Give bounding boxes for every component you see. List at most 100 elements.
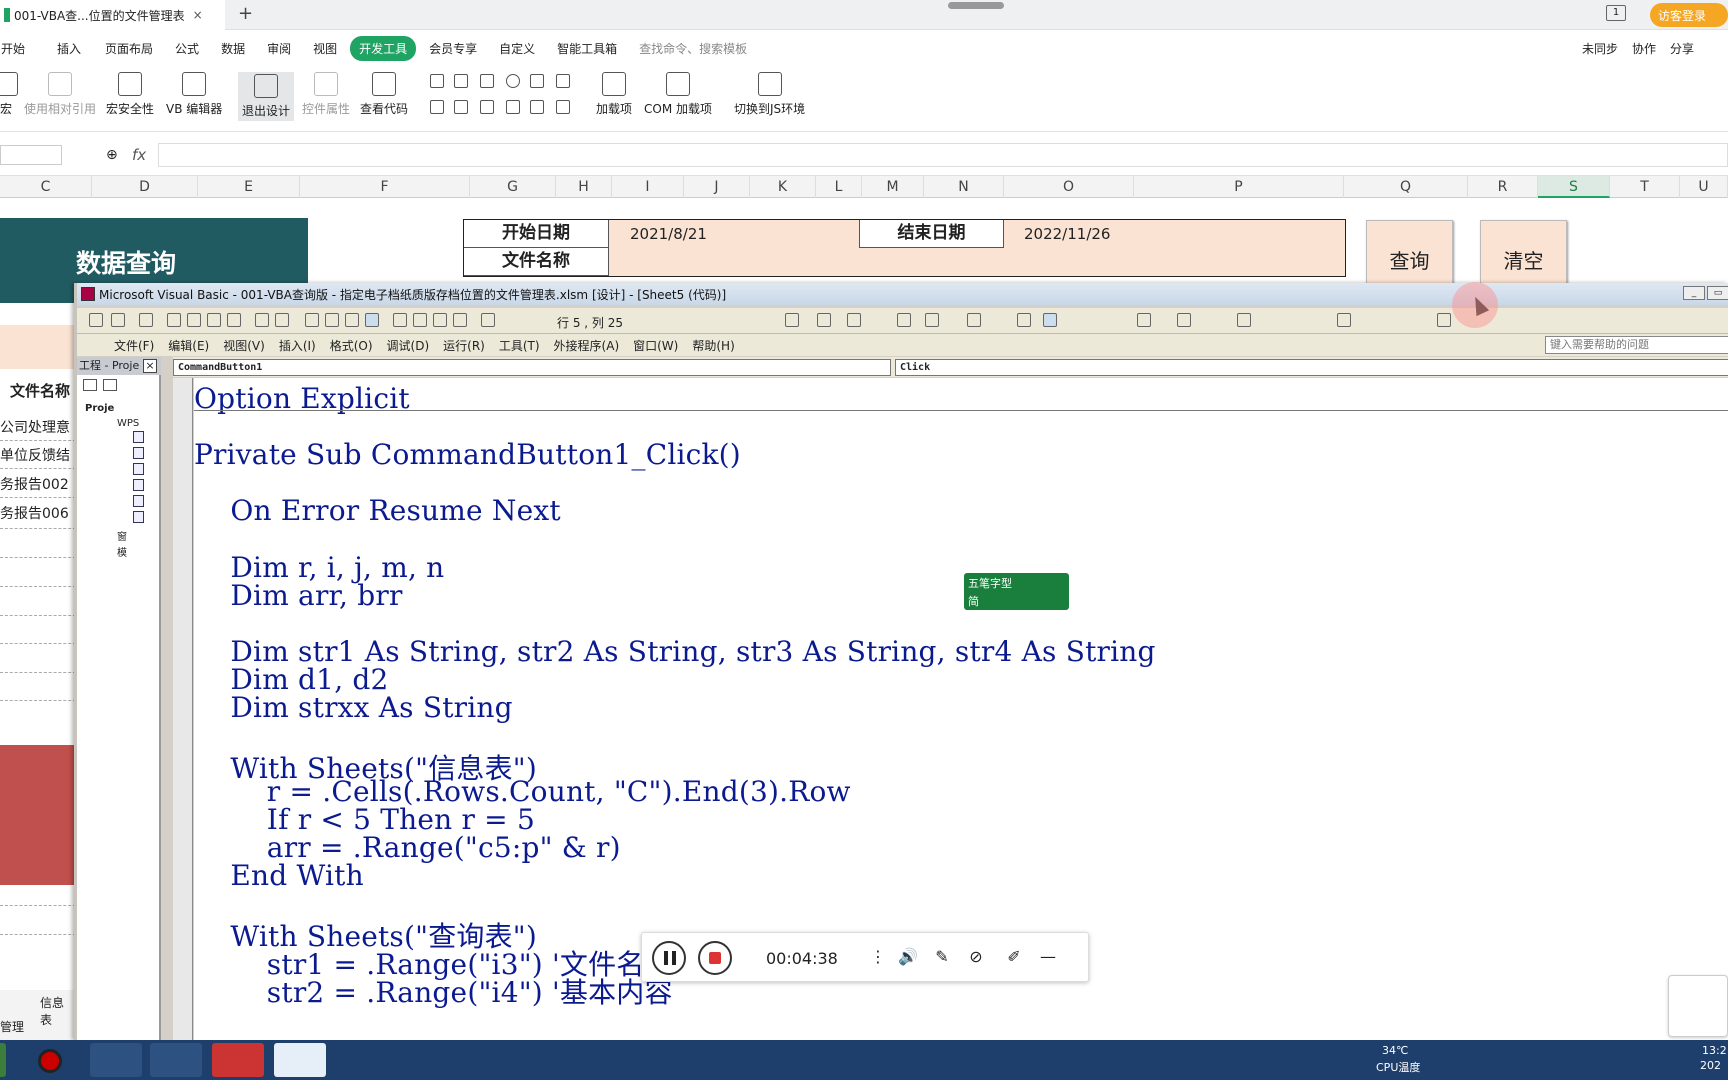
vba-menu-run[interactable]: 运行(R) [436, 337, 492, 354]
spin-control-icon[interactable] [454, 100, 468, 114]
left-row-1[interactable]: 公司处理意 [0, 417, 70, 437]
macro-security-button[interactable]: 宏安全性 [106, 72, 154, 117]
column-o[interactable]: O [1004, 176, 1134, 198]
design-mode-icon[interactable] [365, 313, 379, 327]
file-explorer-icon[interactable] [150, 1043, 202, 1077]
start-date-value[interactable]: 2021/8/21 [630, 225, 707, 243]
speaker-icon[interactable]: 🔊 [898, 947, 918, 967]
switch-js-button[interactable]: 切换到JS环境 [734, 72, 805, 117]
view-code-icon[interactable] [83, 379, 97, 391]
properties-window-icon[interactable] [413, 313, 427, 327]
menu-page-layout[interactable]: 页面布局 [96, 36, 162, 61]
label-control-icon[interactable] [454, 74, 468, 88]
column-t[interactable]: T [1610, 176, 1680, 198]
vba-menu-file[interactable]: 文件(F) [107, 337, 161, 354]
formula-input[interactable] [158, 143, 1728, 167]
stop-button[interactable] [698, 941, 732, 975]
project-node[interactable]: Proje [85, 403, 114, 414]
toolbox-icon[interactable] [453, 313, 467, 327]
left-row-3[interactable]: 务报告002 [0, 474, 69, 494]
start-app-icon[interactable] [0, 1043, 6, 1077]
column-p[interactable]: P [1134, 176, 1344, 198]
image-control-icon[interactable] [530, 100, 544, 114]
listbox-control-icon[interactable] [530, 74, 544, 88]
reset-icon[interactable] [345, 313, 359, 327]
vba-menu-edit[interactable]: 编辑(E) [161, 337, 216, 354]
sheet-module-icon[interactable] [133, 431, 144, 443]
sheet-tab-info[interactable]: 信息表 [40, 994, 74, 1028]
vba-menu-view[interactable]: 视图(V) [216, 337, 272, 354]
sheet-tab-manage[interactable]: 管理 [0, 1018, 24, 1035]
minimize-button[interactable]: _ [1683, 286, 1705, 300]
hand-icon[interactable] [1177, 313, 1191, 327]
camera-app-icon[interactable] [90, 1043, 142, 1077]
ime-simplified[interactable]: 简 [968, 593, 1065, 609]
column-l[interactable]: L [816, 176, 862, 198]
radio-control-icon[interactable] [506, 74, 520, 88]
vba-menu-format[interactable]: 格式(O) [323, 337, 380, 354]
view-object-icon[interactable] [103, 379, 117, 391]
vba-menu-debug[interactable]: 调试(D) [380, 337, 437, 354]
modules-folder-node[interactable]: 模 [117, 544, 127, 559]
column-i[interactable]: I [612, 176, 684, 198]
form-icon[interactable] [1237, 313, 1251, 327]
menu-review[interactable]: 审阅 [258, 36, 300, 61]
checkbox-control-icon[interactable] [430, 74, 444, 88]
sheet-module-icon[interactable] [133, 447, 144, 459]
object-combo[interactable]: CommandButton1 [173, 359, 891, 376]
tab-close-icon[interactable]: × [193, 8, 203, 22]
share-button[interactable]: 分享 [1670, 40, 1694, 57]
combobox-control-icon[interactable] [556, 74, 570, 88]
sheet-module-icon[interactable] [133, 463, 144, 475]
left-row-2[interactable]: 单位反馈结 [0, 445, 70, 465]
drag-handle[interactable] [948, 2, 1004, 9]
pen-icon[interactable]: ✐ [1004, 947, 1024, 967]
visitor-login-button[interactable]: 访客登录 [1650, 3, 1728, 27]
side-notification-card[interactable] [1668, 975, 1728, 1037]
zoom-icon[interactable]: ⊕ [106, 147, 118, 163]
column-h[interactable]: H [556, 176, 612, 198]
menu-member[interactable]: 会员专享 [420, 36, 486, 61]
clock-time[interactable]: 13:2 [1702, 1044, 1727, 1057]
addins-button[interactable]: 加载项 [596, 72, 632, 117]
collaborate-button[interactable]: 协作 [1632, 40, 1656, 57]
vba-menu-help[interactable]: 帮助(H) [685, 337, 741, 354]
list-constants-icon[interactable] [847, 313, 861, 327]
close-icon[interactable]: × [143, 359, 157, 373]
control-properties-button[interactable]: 控件属性 [302, 72, 350, 117]
paste-icon[interactable] [207, 313, 221, 327]
column-f[interactable]: F [300, 176, 470, 198]
exit-design-button[interactable]: 退出设计 [238, 72, 295, 121]
wps-node[interactable]: WPS [117, 418, 139, 429]
column-u[interactable]: U [1680, 176, 1728, 198]
save-icon[interactable] [139, 313, 153, 327]
break-icon[interactable] [325, 313, 339, 327]
insert-module-icon[interactable] [111, 313, 125, 327]
tab-count-icon[interactable]: 1 [1606, 5, 1626, 21]
run-2-icon[interactable] [1137, 313, 1151, 327]
indent-icon[interactable] [897, 313, 911, 327]
menu-custom[interactable]: 自定义 [490, 36, 544, 61]
run-icon[interactable] [305, 313, 319, 327]
redo-icon[interactable] [275, 313, 289, 327]
recorder-taskbar-icon[interactable] [30, 1043, 70, 1077]
vba-menu-addins[interactable]: 外接程序(A) [547, 337, 627, 354]
pause-button[interactable] [652, 941, 686, 975]
button-control-icon[interactable] [430, 100, 444, 114]
column-q[interactable]: Q [1344, 176, 1468, 198]
command-search[interactable]: 查找命令、搜索模板 [630, 36, 756, 61]
vba-menu-window[interactable]: 窗口(W) [626, 337, 685, 354]
sheet-module-icon[interactable] [133, 495, 144, 507]
sheet-module-icon[interactable] [133, 511, 144, 523]
code-gutter[interactable] [173, 378, 193, 1040]
view-excel-icon[interactable] [89, 313, 103, 327]
column-j[interactable]: J [684, 176, 750, 198]
clear-button[interactable]: 清空 [1480, 220, 1567, 286]
object-browser-icon[interactable] [433, 313, 447, 327]
column-s[interactable]: S [1538, 176, 1610, 198]
maximize-button[interactable]: ▭ [1707, 286, 1728, 300]
sync-status[interactable]: 未同步 [1582, 40, 1618, 57]
fx-icon[interactable]: fx [132, 146, 146, 164]
grip-icon[interactable]: ⋮ [868, 947, 888, 967]
query-button[interactable]: 查询 [1366, 220, 1453, 286]
